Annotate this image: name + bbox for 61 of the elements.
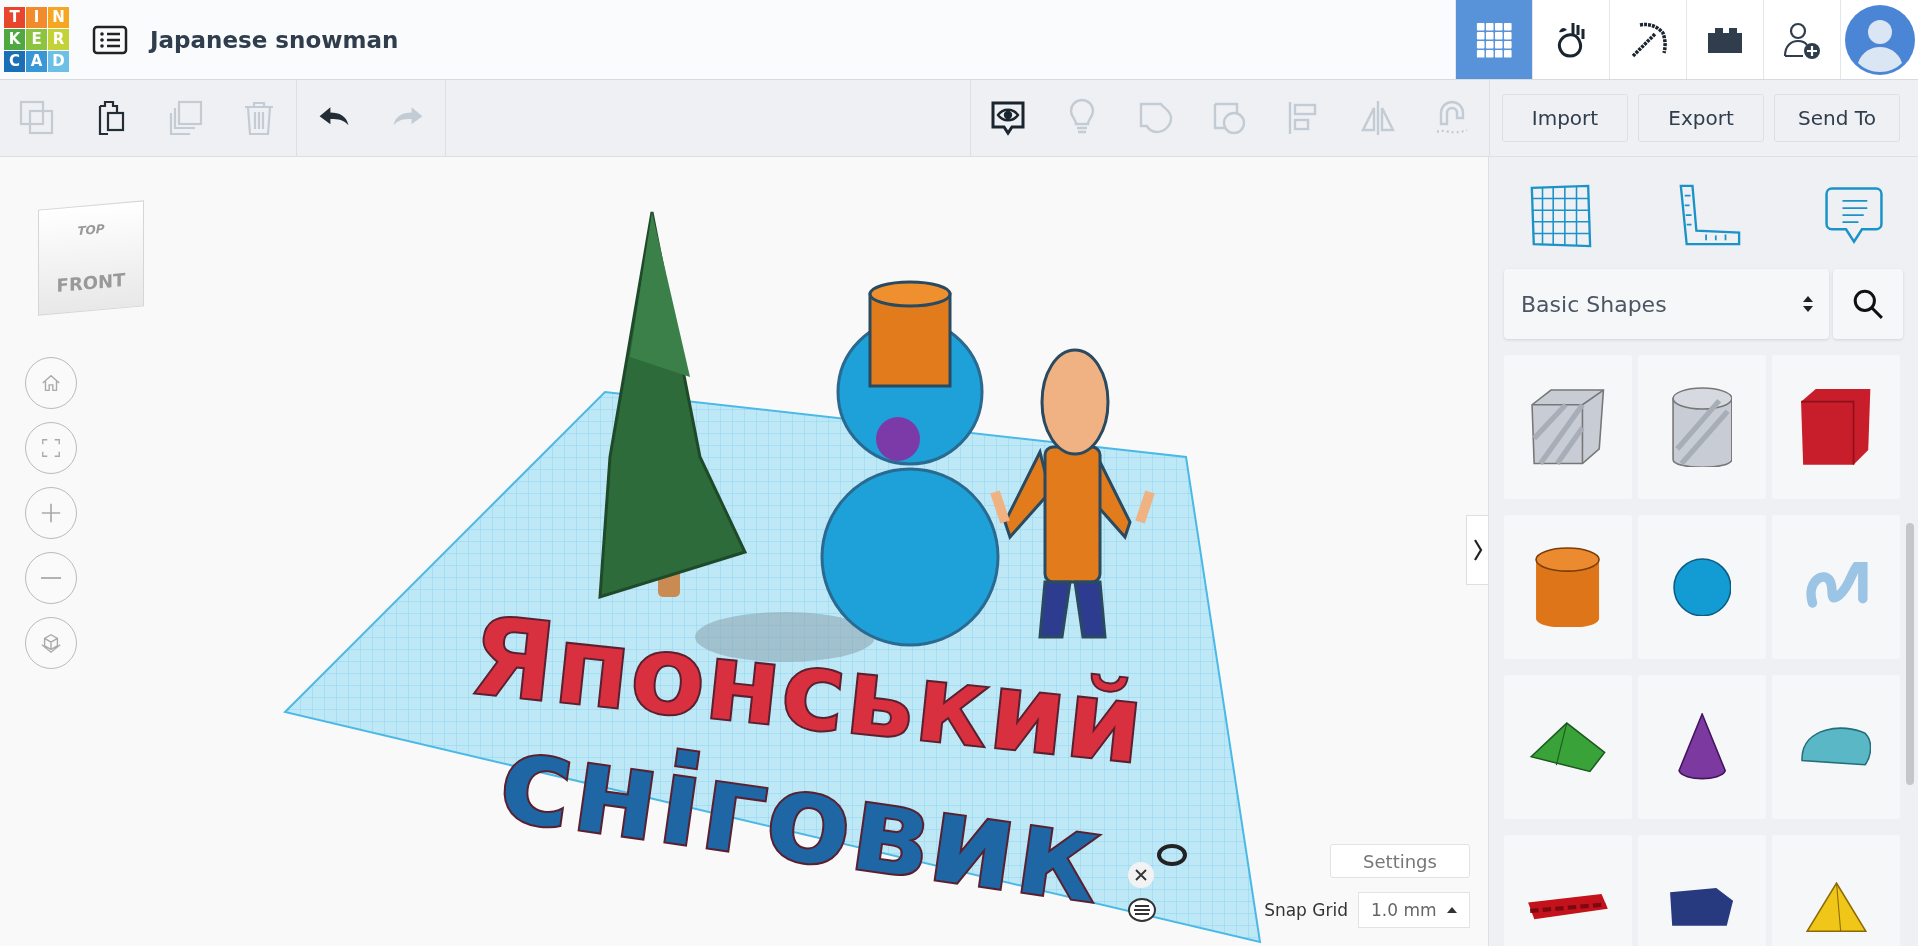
logo-tile[interactable]: C (4, 50, 25, 72)
nav-button[interactable] (1686, 0, 1763, 79)
shape-tile[interactable] (1638, 835, 1766, 946)
settings-button[interactable]: Settings (1330, 844, 1470, 878)
mirror-icon (1358, 98, 1398, 138)
sphere-drawing (1672, 557, 1732, 617)
minus-icon (41, 577, 61, 579)
round-roof-drawing (1800, 727, 1872, 767)
user-silhouette-icon (1844, 4, 1915, 75)
search-icon (1852, 288, 1884, 320)
search-button[interactable] (1833, 269, 1903, 339)
cone-drawing (1677, 713, 1727, 781)
shape-tile[interactable] (1638, 355, 1766, 499)
scrollbar[interactable] (1906, 523, 1914, 785)
home-icon (40, 372, 62, 394)
avatar[interactable] (1840, 0, 1918, 79)
plus-icon (40, 502, 62, 524)
list-icon[interactable] (92, 24, 128, 55)
snap-grid-label: Snap Grid (1264, 900, 1348, 920)
shape-tile[interactable] (1504, 675, 1632, 819)
shape-tile[interactable] (1772, 675, 1900, 819)
fit-view-button[interactable] (25, 422, 77, 474)
snap-grid-dropdown[interactable]: 1.0 mm (1358, 892, 1470, 928)
action-button[interactable]: Import (1502, 94, 1628, 142)
home-view-button[interactable] (25, 357, 77, 409)
view-cube[interactable]: TOP FRONT (38, 200, 144, 316)
cube-top-label: TOP (77, 222, 105, 239)
nav-button[interactable] (1763, 0, 1840, 79)
shape-tile[interactable] (1772, 355, 1900, 499)
logo-tile[interactable]: A (26, 50, 47, 72)
shape-tile[interactable] (1504, 515, 1632, 659)
logo-tile[interactable]: K (4, 28, 25, 50)
caret-up-icon (1447, 907, 1457, 913)
action-button[interactable]: Send To (1774, 94, 1900, 142)
up-down-caret-icon (1803, 296, 1813, 312)
panel-collapse-tab[interactable] (1466, 515, 1488, 585)
library-dropdown[interactable]: Basic Shapes (1504, 269, 1829, 339)
zoom-in-button[interactable] (25, 487, 77, 539)
close-icon (1135, 869, 1147, 881)
zoom-out-button[interactable] (25, 552, 77, 604)
project-title[interactable]: Japanese snowman (150, 26, 399, 53)
fit-icon (40, 437, 62, 459)
cube-icon (40, 632, 62, 654)
shape-tile[interactable] (1772, 835, 1900, 946)
nav-button[interactable] (1532, 0, 1609, 79)
shape-tile[interactable] (1504, 355, 1632, 499)
cube-front-label: FRONT (56, 268, 126, 296)
polygon-drawing (1669, 887, 1735, 927)
pyramid-drawing (1805, 881, 1867, 933)
menu-icon[interactable] (1127, 897, 1157, 923)
shape-tile[interactable] (1504, 835, 1632, 946)
logo-tile[interactable]: I (26, 6, 47, 28)
nav-button[interactable] (1609, 0, 1686, 79)
ortho-view-button[interactable] (25, 617, 77, 669)
shape-tile[interactable] (1638, 675, 1766, 819)
shape-tile[interactable] (1638, 515, 1766, 659)
logo-tile[interactable]: T (4, 6, 25, 28)
action-button[interactable]: Export (1638, 94, 1764, 142)
chevron-right-icon (1472, 538, 1483, 562)
shape-tile[interactable] (1772, 515, 1900, 659)
grid-icon (1475, 20, 1513, 59)
